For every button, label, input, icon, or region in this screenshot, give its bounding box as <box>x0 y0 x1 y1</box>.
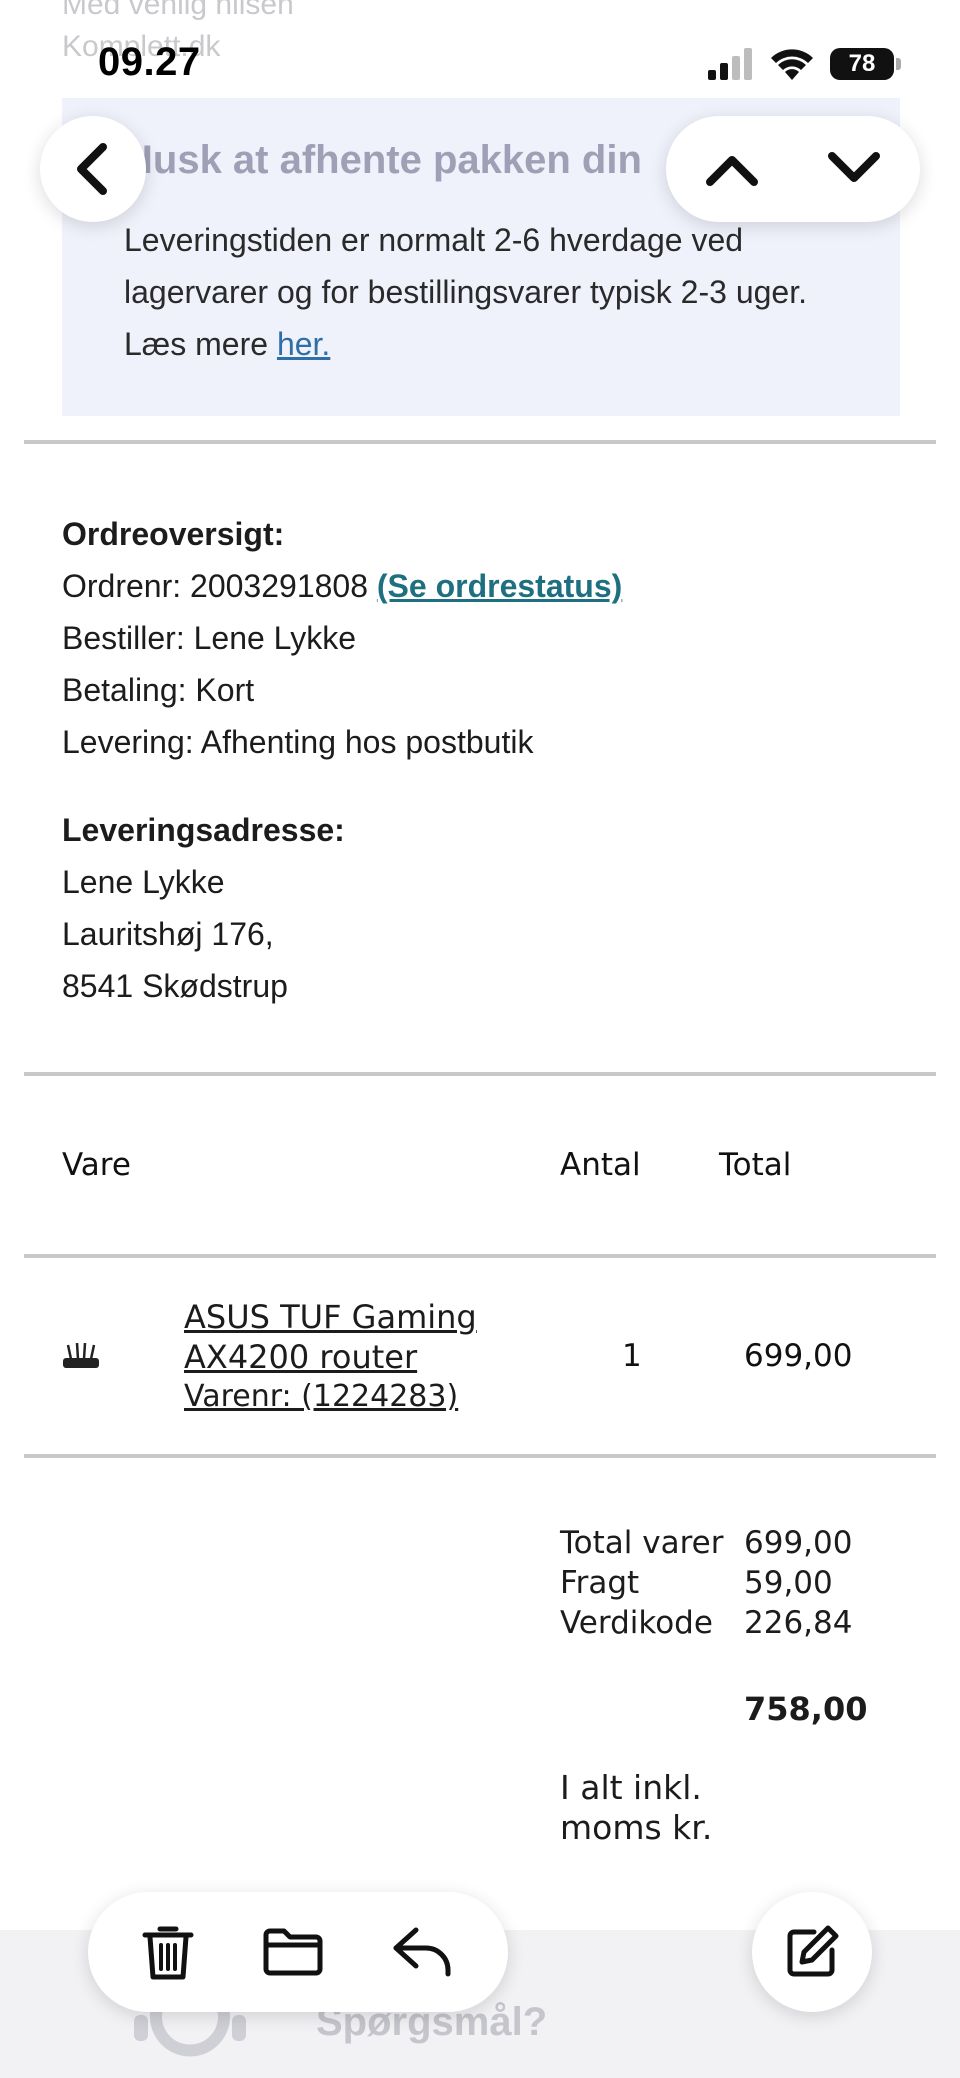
product-qty: 1 <box>622 1338 642 1374</box>
order-heading: Ordreoversigt: <box>62 516 285 552</box>
divider <box>24 1454 936 1458</box>
compose-button[interactable] <box>752 1892 872 2012</box>
product-name: ASUS TUF Gaming AX4200 router <box>184 1298 477 1376</box>
delivery-address: Leveringsadresse: Lene Lykke Lauritshøj … <box>62 804 345 1012</box>
mail-toolbar <box>88 1892 508 2012</box>
delete-button[interactable] <box>142 1923 194 1981</box>
order-status-link[interactable]: (Se ordrestatus) <box>377 568 622 604</box>
read-more-link[interactable]: her. <box>277 326 330 362</box>
column-header-qty: Antal <box>560 1147 641 1183</box>
column-header-total: Total <box>719 1147 792 1183</box>
divider <box>24 1072 936 1076</box>
chevron-left-icon <box>77 143 107 195</box>
reply-icon <box>393 1927 451 1977</box>
move-to-folder-button[interactable] <box>262 1927 324 1977</box>
chevron-up-icon <box>706 156 758 186</box>
divider <box>24 440 936 444</box>
summary-items-total: 699,00 <box>744 1525 853 1561</box>
next-message-button[interactable] <box>828 152 880 186</box>
previous-message-button[interactable] <box>706 152 758 186</box>
summary-shipping: 59,00 <box>744 1565 833 1601</box>
message-nav <box>666 116 920 222</box>
notice-body: Leveringstiden er normalt 2-6 hverdage v… <box>124 222 807 362</box>
divider <box>24 1254 936 1258</box>
order-overview: Ordreoversigt: Ordrenr: 2003291808 (Se o… <box>62 508 622 768</box>
summary-voucher: 226,84 <box>744 1605 853 1641</box>
battery-icon: 78 <box>830 48 901 80</box>
order-number-line: Ordrenr: 2003291808 (Se ordrestatus) <box>62 560 622 612</box>
back-button[interactable] <box>40 116 146 222</box>
signal-icon <box>708 48 752 80</box>
column-header-item: Vare <box>62 1147 131 1183</box>
product-link[interactable]: ASUS TUF Gaming AX4200 router Varenr: (1… <box>184 1297 524 1417</box>
compose-icon <box>787 1925 839 1977</box>
ghost-signoff: Med venlig hilsen <box>62 0 294 21</box>
order-number: Ordrenr: 2003291808 <box>62 568 368 604</box>
folder-icon <box>263 1928 323 1976</box>
product-sku: Varenr: (1224283) <box>184 1379 459 1414</box>
grand-total-label: I alt inkl. moms kr. <box>560 1768 713 1847</box>
status-time: 09.27 <box>98 40 201 84</box>
trash-icon <box>142 1926 194 1980</box>
summary-values: 699,00 59,00 226,84 <box>744 1523 852 1643</box>
chevron-down-icon <box>828 152 880 182</box>
address-name: Lene Lykke <box>62 864 225 900</box>
status-icons: 78 <box>708 48 901 80</box>
notice-text: Leveringstiden er normalt 2-6 hverdage v… <box>124 214 864 370</box>
notice-title: Husk at afhente pakken din <box>124 138 642 182</box>
address-heading: Leveringsadresse: <box>62 812 345 848</box>
product-total: 699,00 <box>744 1338 853 1374</box>
address-street: Lauritshøj 176, <box>62 916 274 952</box>
wifi-icon <box>771 49 813 80</box>
grand-total: 758,00 <box>744 1690 868 1728</box>
order-customer: Bestiller: Lene Lykke <box>62 620 357 656</box>
order-payment: Betaling: Kort <box>62 672 255 708</box>
reply-button[interactable] <box>392 1926 454 1978</box>
address-city: 8541 Skødstrup <box>62 968 288 1004</box>
router-icon <box>63 1343 99 1368</box>
order-delivery: Levering: Afhenting hos postbutik <box>62 724 534 760</box>
summary-labels: Total varer Fragt Verdikode <box>560 1525 724 1641</box>
